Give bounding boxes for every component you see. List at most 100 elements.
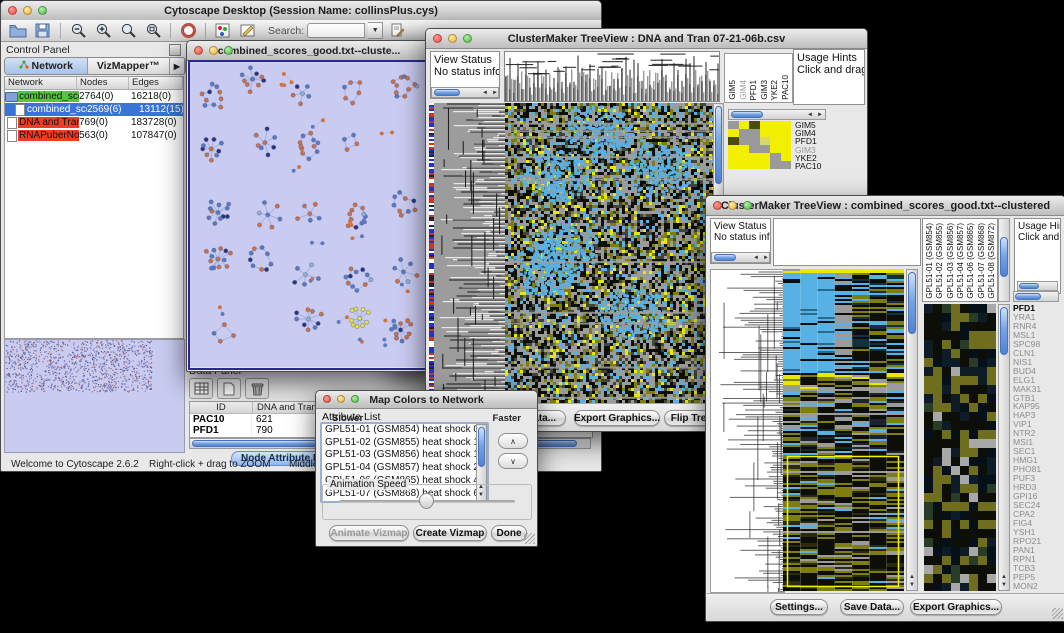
tv1-mini-hscrollbar[interactable]: ◄► [728,109,826,120]
tv1-button-export-graphics-[interactable]: Export Graphics... [574,410,660,426]
tv2-column-label[interactable]: GPL51-08 (GSM872) [987,223,996,299]
treeview2-titlebar[interactable]: ClusterMaker TreeView : combined_scores_… [706,196,1064,216]
tv2-column-label[interactable]: GPL51-06 (GSM865) [966,223,975,299]
minimize-icon[interactable] [448,34,457,43]
heatmap-cell[interactable] [770,129,781,137]
heatmap-cell[interactable] [739,121,750,129]
scroll-thumb[interactable] [731,111,763,118]
new-attribute-icon[interactable] [217,378,241,399]
tv1-cluster-mini-heatmap[interactable] [728,121,791,169]
zoom-window-icon[interactable] [463,34,472,43]
annotation-icon[interactable] [237,22,259,40]
tv1-column-label[interactable]: PAC10 [781,75,790,100]
attribute-list-item[interactable]: GPL51-01 (GSM854) heat shock 05 min [322,424,487,437]
heatmap-cell[interactable] [770,145,781,153]
tv2-button-save-data-[interactable]: Save Data... [840,599,904,615]
window-controls[interactable] [713,201,752,210]
move-up-button[interactable]: ∧ [498,433,528,449]
tv1-heatmap[interactable] [505,103,713,403]
speed-slider-thumb[interactable] [419,493,434,509]
gene-list-item[interactable]: MON2 [1013,582,1061,591]
col-nodes[interactable]: Nodes [77,77,129,89]
heatmap-cell[interactable] [749,137,760,145]
heatmap-cell[interactable] [728,153,739,161]
window-controls[interactable] [433,34,472,43]
heatmap-cell[interactable] [770,137,781,145]
tv1-row-dendrogram[interactable] [434,103,505,403]
zoom-selected-icon[interactable] [117,22,139,40]
dialog-button-animate-vizmap[interactable]: Animate Vizmap [329,525,409,541]
window-controls[interactable] [8,6,47,15]
col-id[interactable]: ID [190,402,253,413]
tv1-status-hscrollbar[interactable]: ◄► [431,87,499,98]
tab-vizmapper[interactable]: VizMapper™ [88,58,171,74]
heatmap-cell[interactable] [749,145,760,153]
delete-attribute-icon[interactable] [245,378,269,399]
tv2-gene-hscrollbar[interactable] [1013,291,1059,302]
tab-network[interactable]: Network [5,58,88,74]
close-icon[interactable] [323,395,331,403]
heatmap-cell[interactable] [728,129,739,137]
scroll-thumb[interactable] [1000,237,1008,277]
zoom-out-icon[interactable] [67,22,89,40]
heatmap-cell[interactable] [781,161,792,169]
tv2-zoom-vscrollbar[interactable]: ▲▼ [998,304,1010,591]
tv2-status-hscrollbar[interactable]: ◄► [711,252,770,263]
heatmap-cell[interactable] [739,161,750,169]
tv2-row-dendrogram[interactable] [710,269,785,593]
scroll-thumb[interactable] [1015,293,1041,300]
heatmap-cell[interactable] [749,121,760,129]
heatmap-cell[interactable] [760,161,771,169]
tv1-column-label[interactable]: GIM5 [728,80,737,100]
tv1-column-label[interactable]: PFD1 [749,80,758,100]
heatmap-cell[interactable] [739,145,750,153]
tv2-column-label[interactable]: GPL51-01 (GSM854) [925,223,934,299]
window-controls[interactable] [194,46,233,55]
heatmap-cell[interactable] [749,129,760,137]
col-edges[interactable]: Edges [129,77,183,89]
close-icon[interactable] [194,46,203,55]
zoom-in-icon[interactable] [92,22,114,40]
minimize-icon[interactable] [728,201,737,210]
tv2-column-dendrogram-panel[interactable] [773,218,921,266]
tv1-row-label[interactable]: PAC10 [795,162,821,170]
table-icon[interactable] [189,378,213,399]
move-down-button[interactable]: ∨ [498,453,528,469]
col-network[interactable]: Network [5,77,77,89]
tv2-column-label[interactable]: GPL51-02 (GSM855) [935,223,944,299]
tv1-column-label[interactable]: GIM3 [760,80,769,100]
heatmap-cell[interactable] [760,153,771,161]
save-icon[interactable] [32,22,54,40]
window-controls[interactable] [323,395,359,403]
network-graph-view[interactable] [190,62,428,367]
tab-more[interactable]: ▶ [170,58,185,74]
minimize-icon[interactable] [23,6,32,15]
minimize-icon[interactable] [209,46,218,55]
tv2-heatmap-vscrollbar[interactable]: ▲▼ [906,269,918,591]
heatmap-cell[interactable] [728,137,739,145]
network-table-row[interactable]: combined_sco2569(6)13112(15) [5,103,183,116]
zoom-window-icon[interactable] [224,46,233,55]
zoom-window-icon[interactable] [351,395,359,403]
network-overview-thumbnail[interactable] [4,339,185,453]
scroll-thumb[interactable] [478,427,485,467]
attribute-list-item[interactable]: GPL51-04 (GSM857) heat shock 20 min [322,462,487,475]
heatmap-cell[interactable] [739,129,750,137]
minimize-icon[interactable] [337,395,345,403]
heatmap-cell[interactable] [770,153,781,161]
heatmap-cell[interactable] [760,129,771,137]
tv1-column-label[interactable]: GIM4 [739,80,748,100]
zoom-window-icon[interactable] [38,6,47,15]
close-icon[interactable] [433,34,442,43]
heatmap-cell[interactable] [781,153,792,161]
heatmap-cell[interactable] [728,161,739,169]
attribute-list-item[interactable]: GPL51-03 (GSM856) heat shock 15 min [322,449,487,462]
main-titlebar[interactable]: Cytoscape Desktop (Session Name: collins… [1,1,601,21]
vizmapper-icon[interactable] [212,22,234,40]
scroll-thumb[interactable] [1000,307,1008,355]
heatmap-cell[interactable] [781,137,792,145]
network-view-titlebar[interactable]: combined_scores_good.txt--cluste... [187,41,431,61]
scroll-thumb[interactable] [715,106,722,184]
tv2-labels-vscrollbar[interactable] [998,218,1010,302]
scroll-thumb[interactable] [714,254,736,261]
